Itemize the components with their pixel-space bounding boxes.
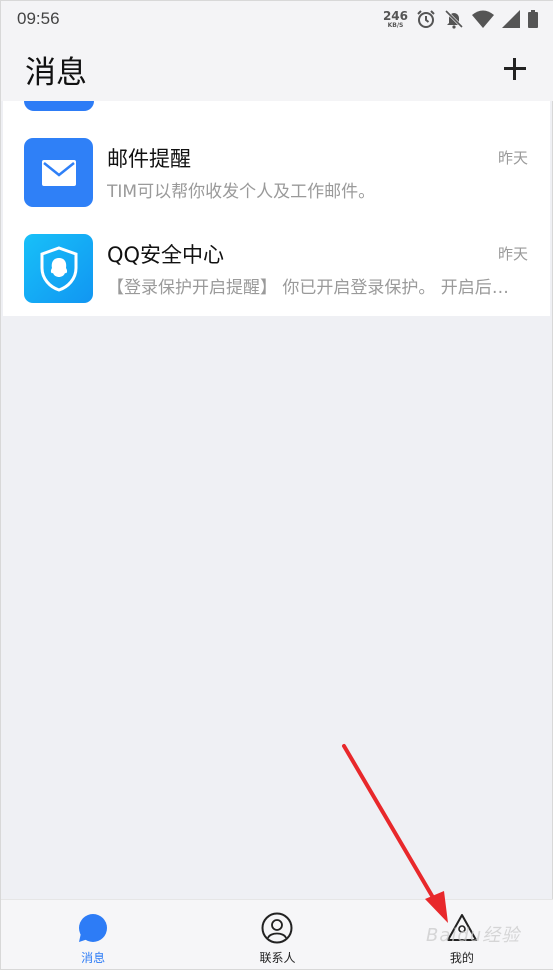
net-speed-unit: KB/S — [387, 21, 404, 29]
watermark: Baidu经验 — [426, 925, 521, 946]
message-preview: 【登录保护开启提醒】 你已开启登录保护。 开启后，你的帐号将更安全 — [107, 278, 512, 298]
header: 消息 — [1, 37, 553, 101]
status-bar: 09:56 246 KB/S — [1, 1, 553, 37]
message-name: QQ安全中心 — [107, 243, 225, 267]
battery-icon — [528, 10, 538, 28]
net-speed-value: 246 — [382, 8, 408, 23]
message-time: 昨天 — [497, 245, 528, 263]
alarm-icon — [417, 10, 435, 28]
tab-contacts[interactable]: 联系人 — [185, 900, 369, 969]
tab-label: 我的 — [449, 951, 474, 965]
tab-messages[interactable]: 消息 — [1, 900, 185, 969]
message-preview: TIM可以帮你收发个人及工作邮件。 — [107, 182, 376, 202]
status-icons: 246 KB/S — [383, 9, 538, 29]
list-item-partial[interactable] — [3, 101, 550, 113]
list-item[interactable]: QQ安全中心 昨天 【登录保护开启提醒】 你已开启登录保护。 开启后，你的帐号将… — [3, 221, 550, 315]
message-list[interactable]: 邮件提醒 昨天 TIM可以帮你收发个人及工作邮件。 QQ安全中心 昨天 【登录保… — [3, 101, 550, 316]
avatar — [24, 234, 93, 303]
wifi-icon — [472, 10, 494, 28]
message-name: 邮件提醒 — [107, 147, 191, 171]
contact-icon — [261, 912, 293, 944]
avatar — [24, 138, 93, 207]
avatar — [24, 101, 94, 111]
list-item[interactable]: 邮件提醒 昨天 TIM可以帮你收发个人及工作邮件。 — [3, 125, 550, 219]
chat-bubble-icon — [77, 912, 109, 944]
net-speed: 246 KB/S — [383, 10, 408, 29]
mute-bell-icon — [444, 9, 464, 29]
add-button[interactable] — [500, 54, 530, 84]
tab-label: 联系人 — [259, 951, 296, 965]
signal-icon — [502, 10, 520, 28]
tab-label: 消息 — [81, 951, 106, 965]
page-title: 消息 — [25, 54, 87, 91]
status-time: 09:56 — [17, 9, 60, 28]
mail-icon — [41, 159, 76, 186]
shield-icon — [40, 245, 77, 292]
message-time: 昨天 — [497, 149, 528, 167]
